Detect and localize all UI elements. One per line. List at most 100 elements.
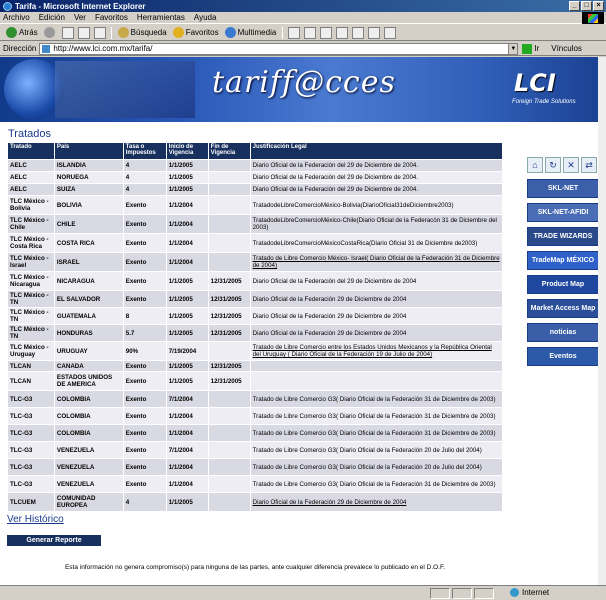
address-dropdown-icon[interactable]: ▼ <box>508 42 519 55</box>
favorites-button[interactable]: Favoritos <box>170 26 222 40</box>
table-row: TLC México - TN GUATEMALA 8 1/1/2005 12/31/2… <box>7 307 504 325</box>
cell-inicio: 7/19/2004 <box>165 341 209 361</box>
cell-justificacion: TratadodeLibreComercioMéxicoCostaRica(Di… <box>249 233 504 253</box>
maximize-button[interactable]: □ <box>581 1 592 11</box>
right-nav-item[interactable]: noticias <box>527 323 599 342</box>
minimize-button[interactable]: _ <box>569 1 580 11</box>
cell-inicio: 7/1/2004 <box>165 441 209 459</box>
cell-tratado: TLC México - TN <box>7 324 55 342</box>
forward-button[interactable] <box>41 26 60 40</box>
cell-tasa: Exento <box>122 424 167 442</box>
menu-favoritos[interactable]: Favoritos <box>95 13 128 22</box>
legal-link[interactable]: Tratado de Libre Comercio México- Israel… <box>253 255 500 269</box>
research-icon[interactable] <box>384 26 397 39</box>
cell-tratado: TLC México - Israel <box>7 252 55 272</box>
menu-edicion[interactable]: Edición <box>39 13 65 22</box>
table-row: TLC México - TN EL SALVADOR Exento 1/1/2005… <box>7 290 504 308</box>
brand-logo: tariff@cces <box>212 65 396 100</box>
sync-icon[interactable]: ⇄ <box>581 157 597 173</box>
cell-tratado: TLC-G3 <box>7 475 55 493</box>
cell-pais: VENEZUELA <box>53 458 124 476</box>
messenger-icon[interactable] <box>368 26 381 39</box>
table-row: TLC-G3 VENEZUELA Exento 1/1/2004 Tratado de … <box>7 458 504 476</box>
home-icon[interactable]: ⌂ <box>527 157 543 173</box>
cell-pais: CANADA <box>53 360 124 372</box>
cell-fin <box>207 475 251 493</box>
right-nav-item[interactable]: Market Access Map <box>527 299 599 318</box>
multimedia-button[interactable]: Multimedia <box>222 26 280 40</box>
cell-tasa: Exento <box>122 360 167 372</box>
close-button[interactable]: × <box>593 1 604 11</box>
legal-link[interactable]: Diario Oficial de la Federación 29 de Di… <box>253 499 407 506</box>
cell-pais: COLOMBIA <box>53 407 124 425</box>
col-justificacion: Justificación Legal <box>249 142 504 160</box>
right-nav-item[interactable]: Product Map <box>527 275 599 294</box>
close-icon[interactable]: ✕ <box>563 157 579 173</box>
cell-justificacion: TratadodeLibreComercioMéxico-Bolivia(Dia… <box>249 195 504 215</box>
window-title: Tarifa - Microsoft Internet Explorer <box>15 1 146 11</box>
table-row: TLCAN ESTADOS UNIDOS DE AMERICA Exento 1/1/… <box>7 371 504 391</box>
cell-tasa: Exento <box>122 214 167 234</box>
history-icon[interactable] <box>288 26 301 39</box>
historic-link[interactable]: Ver Histórico <box>7 514 64 525</box>
address-input[interactable]: http://www.lci.com.mx/tarifa/ <box>39 42 510 55</box>
go-button[interactable]: Ir <box>522 43 539 54</box>
disclaimer-text: Esta información no genera compromiso(s)… <box>64 564 446 571</box>
table-row: TLC México - Nicaragua NICARAGUA Exento 1/1… <box>7 271 504 291</box>
cell-justificacion <box>249 360 504 372</box>
right-nav-item[interactable]: SKL-NET-AFIDI <box>527 203 599 222</box>
refresh-icon[interactable]: ↻ <box>545 157 561 173</box>
edit-icon[interactable] <box>336 26 349 39</box>
col-fin: Fin de Vigencia <box>207 142 251 160</box>
cell-fin: 12/31/2005 <box>207 307 251 325</box>
menu-ayuda[interactable]: Ayuda <box>194 13 217 22</box>
cell-pais: COMUNIDAD EUROPEA <box>53 492 124 512</box>
cell-tasa: Exento <box>122 233 167 253</box>
cell-inicio: 1/1/2005 <box>165 360 209 372</box>
cell-tasa: Exento <box>122 458 167 476</box>
table-row: TLC México - Costa Rica COSTA RICA Exento 1… <box>7 233 504 253</box>
back-button[interactable]: Atrás <box>3 26 41 40</box>
right-nav-item[interactable]: TradeMap MÉXICO <box>527 251 599 270</box>
cell-fin: 12/31/2005 <box>207 360 251 372</box>
cell-tratado: AELC <box>7 171 55 184</box>
back-arrow-icon <box>6 27 17 38</box>
right-nav-item[interactable]: SKL-NET <box>527 179 599 198</box>
cell-tasa: 8 <box>122 307 167 325</box>
cell-tasa: 5.7 <box>122 324 167 342</box>
cell-pais: COSTA RICA <box>53 233 124 253</box>
mail-icon[interactable] <box>304 26 317 39</box>
search-button[interactable]: Búsqueda <box>115 26 170 40</box>
cell-tratado: TLC México - Uruguay <box>7 341 55 361</box>
page-viewport: tariff@cces LCI Foreign Trade Solutions … <box>0 57 606 585</box>
cell-tratado: TLC México - Costa Rica <box>7 233 55 253</box>
cell-inicio: 1/1/2004 <box>165 233 209 253</box>
print-icon[interactable] <box>320 26 333 39</box>
cell-fin <box>207 214 251 234</box>
vertical-scrollbar[interactable] <box>598 57 606 585</box>
generate-report-button[interactable]: Generar Reporte <box>7 535 101 546</box>
cell-tasa: 4 <box>122 159 167 172</box>
stop-icon[interactable] <box>61 26 74 39</box>
cell-fin: 12/31/2005 <box>207 324 251 342</box>
right-nav-item[interactable]: Eventos <box>527 347 599 366</box>
cell-fin <box>207 492 251 512</box>
home-icon[interactable] <box>93 26 106 39</box>
favorites-star-icon <box>172 27 184 38</box>
lci-logo[interactable]: LCI <box>514 69 556 97</box>
cell-justificacion: Diario Oficial de la Federación del 29 d… <box>249 171 504 184</box>
cell-justificacion: Tratado de Libre Comercio G3( Diario Ofi… <box>249 407 504 425</box>
menu-archivo[interactable]: Archivo <box>3 13 30 22</box>
links-button[interactable]: Vínculos <box>551 44 582 53</box>
cell-justificacion: Diario Oficial de la Federación del 29 d… <box>249 183 504 196</box>
legal-link[interactable]: Tratado de Libre Comercio entre los Esta… <box>253 344 492 358</box>
discuss-icon[interactable] <box>352 26 365 39</box>
internet-zone-icon <box>510 588 519 597</box>
cell-justificacion: Tratado de Libre Comercio G3( Diario Ofi… <box>249 475 504 493</box>
refresh-icon[interactable] <box>77 26 90 39</box>
menu-ver[interactable]: Ver <box>74 13 86 22</box>
page-title: Tratados <box>8 128 52 140</box>
right-nav-item[interactable]: TRADE WIZARDS <box>527 227 599 246</box>
menu-herramientas[interactable]: Herramientas <box>137 13 185 22</box>
cell-tratado: TLC-G3 <box>7 407 55 425</box>
